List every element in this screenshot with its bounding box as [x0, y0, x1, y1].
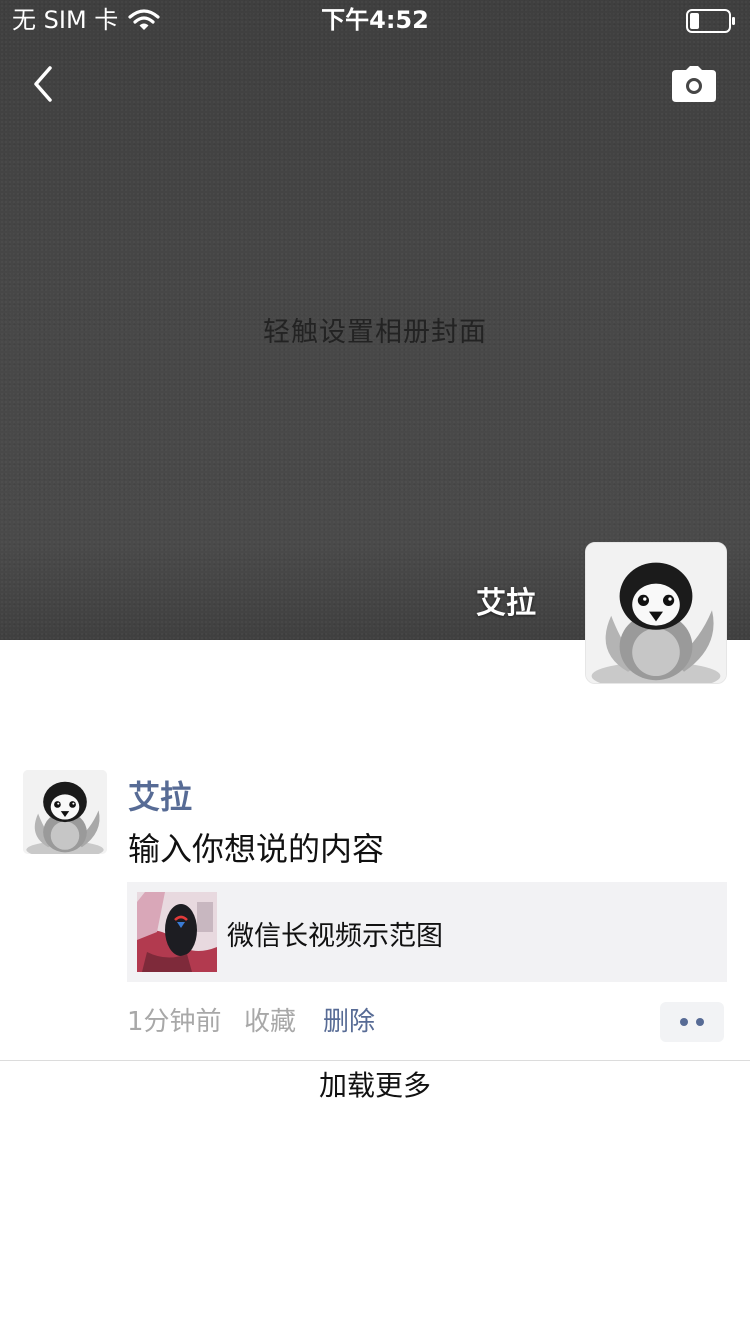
post-author-name[interactable]: 艾拉 — [128, 772, 192, 818]
profile-name[interactable]: 艾拉 — [440, 578, 536, 622]
favorite-button[interactable]: 收藏 — [244, 1006, 296, 1038]
penguin-avatar-image — [586, 543, 726, 683]
status-time: 下午4:52 — [321, 6, 429, 34]
post-author-avatar[interactable] — [23, 770, 107, 854]
more-actions-button[interactable] — [660, 1002, 724, 1042]
more-dot-icon — [696, 1018, 704, 1026]
status-bar: 无 SIM 卡 下午4:52 — [0, 0, 750, 40]
back-icon[interactable] — [26, 62, 60, 106]
cover-hint[interactable]: 轻触设置相册封面 — [0, 310, 750, 349]
video-link-card[interactable]: 微信长视频示范图 — [127, 882, 727, 982]
post-text: 输入你想说的内容 — [128, 830, 385, 868]
more-dot-icon — [680, 1018, 688, 1026]
video-link-title: 微信长视频示范图 — [227, 921, 443, 952]
post-time: 1分钟前 — [127, 1007, 222, 1037]
divider — [0, 1060, 750, 1061]
delete-button[interactable]: 删除 — [323, 1006, 375, 1038]
load-more-button[interactable]: 加载更多 — [0, 1064, 750, 1104]
penguin-avatar-image — [23, 770, 107, 854]
battery-icon — [686, 9, 736, 33]
camera-icon[interactable] — [672, 66, 716, 102]
profile-avatar[interactable] — [585, 542, 727, 684]
video-thumbnail — [137, 892, 217, 972]
